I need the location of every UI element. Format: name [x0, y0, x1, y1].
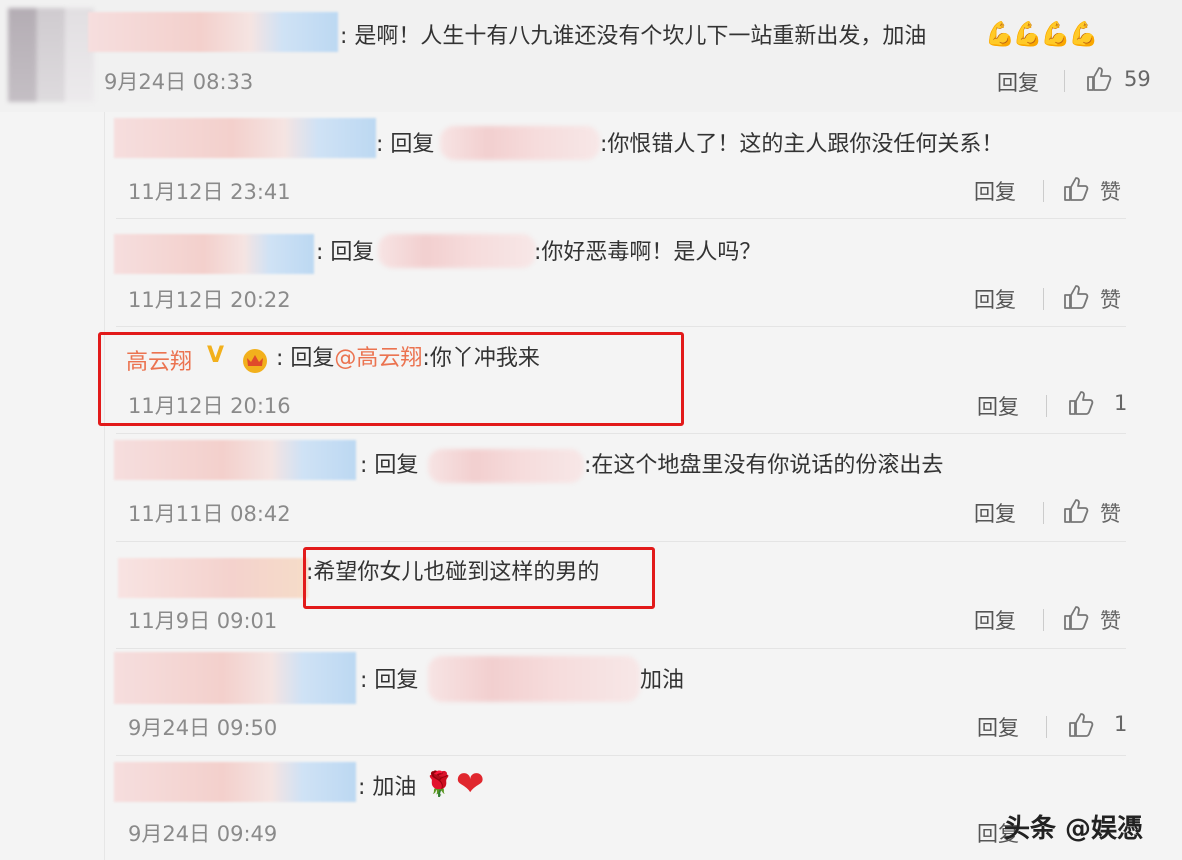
reply-text: :你丫冲我来	[422, 346, 540, 371]
username-blurred[interactable]	[88, 12, 338, 52]
divider	[1043, 288, 1044, 310]
reply-time: 11月12日 23:41	[128, 180, 291, 204]
row-divider	[116, 326, 1126, 327]
divider	[1043, 180, 1044, 202]
like-count: 1	[1114, 391, 1128, 415]
reply-text: 加油	[640, 668, 685, 693]
mention-blurred[interactable]	[378, 234, 536, 268]
thumbs-up-icon[interactable]	[1063, 498, 1089, 524]
replies-panel	[104, 112, 1153, 860]
divider	[1046, 716, 1047, 738]
reply-prefix: : 回复	[276, 346, 335, 371]
row-divider	[116, 541, 1126, 542]
divider	[1046, 395, 1047, 417]
mention-blurred[interactable]	[428, 656, 640, 702]
divider	[1043, 609, 1044, 631]
username-blurred[interactable]	[114, 234, 314, 274]
rose-emoji: 🌹	[424, 770, 454, 798]
heart-emoji: ❤	[456, 764, 485, 804]
reply-prefix: : 回复	[360, 453, 419, 478]
reply-text: :你恨错人了！这的主人跟你没任何关系！	[600, 132, 1004, 157]
reply-prefix: : 回复	[376, 132, 435, 157]
reply-button[interactable]: 回复	[974, 284, 1016, 314]
reply-text: :希望你女儿也碰到这样的男的	[306, 560, 600, 585]
reply-time: 9月24日 09:49	[128, 822, 278, 846]
mention-blurred[interactable]	[428, 449, 584, 483]
like-count: 59	[1124, 67, 1151, 91]
top-comment: : 是啊！人生十有八九谁还没有个坎儿下一站重新出发，加油 💪💪💪💪 9月24日 …	[0, 0, 1182, 112]
username-blurred[interactable]	[114, 652, 356, 704]
reply-text: :你好恶毒啊！是人吗？	[534, 240, 762, 265]
reply-line: : 回复@高云翔:你丫冲我来	[276, 344, 540, 374]
like-label[interactable]: 赞	[1100, 284, 1121, 314]
comment-text: : 是啊！人生十有八九谁还没有个坎儿下一站重新出发，加油	[340, 24, 927, 49]
thumbs-up-icon[interactable]	[1068, 390, 1094, 416]
thumbs-up-icon[interactable]	[1063, 605, 1089, 631]
row-divider	[116, 218, 1126, 219]
reply-time: 11月12日 20:22	[128, 288, 291, 312]
username-blurred[interactable]	[118, 558, 308, 598]
reply-button[interactable]: 回复	[977, 712, 1019, 742]
reply-time: 11月9日 09:01	[128, 609, 278, 633]
reply-prefix: : 回复	[360, 668, 419, 693]
reply-time: 11月12日 20:16	[128, 394, 291, 418]
reply-time: 11月11日 08:42	[128, 502, 291, 526]
mention-blurred[interactable]	[440, 126, 600, 160]
like-label[interactable]: 赞	[1100, 176, 1121, 206]
reply-text: : 加油	[358, 775, 417, 800]
like-label[interactable]: 赞	[1100, 498, 1121, 528]
reply-prefix: : 回复	[316, 240, 375, 265]
divider	[1064, 70, 1065, 92]
flex-emoji: 💪💪💪💪	[985, 20, 1099, 48]
like-label[interactable]: 赞	[1100, 605, 1121, 635]
reply-button[interactable]: 回复	[974, 605, 1016, 635]
username-blurred[interactable]	[114, 118, 376, 158]
mention-link[interactable]: @高云翔	[334, 346, 422, 371]
username-blurred[interactable]	[114, 762, 356, 802]
reply-button[interactable]: 回复	[997, 67, 1039, 97]
thumbs-up-icon[interactable]	[1063, 284, 1089, 310]
like-count: 1	[1114, 712, 1128, 736]
thumbs-up-icon[interactable]	[1063, 176, 1089, 202]
vip-crown-icon	[243, 349, 267, 373]
verified-v-icon: V	[207, 343, 225, 368]
username-gaoyunxiang[interactable]: 高云翔	[126, 344, 192, 376]
reply-text: :在这个地盘里没有你说话的份滚出去	[584, 453, 944, 478]
row-divider	[116, 755, 1126, 756]
reply-button[interactable]: 回复	[974, 176, 1016, 206]
thumbs-up-icon[interactable]	[1068, 712, 1094, 738]
reply-button[interactable]: 回复	[977, 391, 1019, 421]
watermark: 头条 @娱憑	[1004, 814, 1144, 844]
avatar[interactable]	[8, 8, 94, 102]
reply-button[interactable]: 回复	[974, 498, 1016, 528]
row-divider	[116, 433, 1126, 434]
thumbs-up-icon[interactable]	[1086, 66, 1112, 92]
row-divider	[116, 648, 1126, 649]
divider	[1043, 502, 1044, 524]
comment-time: 9月24日 08:33	[104, 70, 254, 94]
reply-time: 9月24日 09:50	[128, 716, 278, 740]
username-blurred[interactable]	[114, 440, 356, 480]
